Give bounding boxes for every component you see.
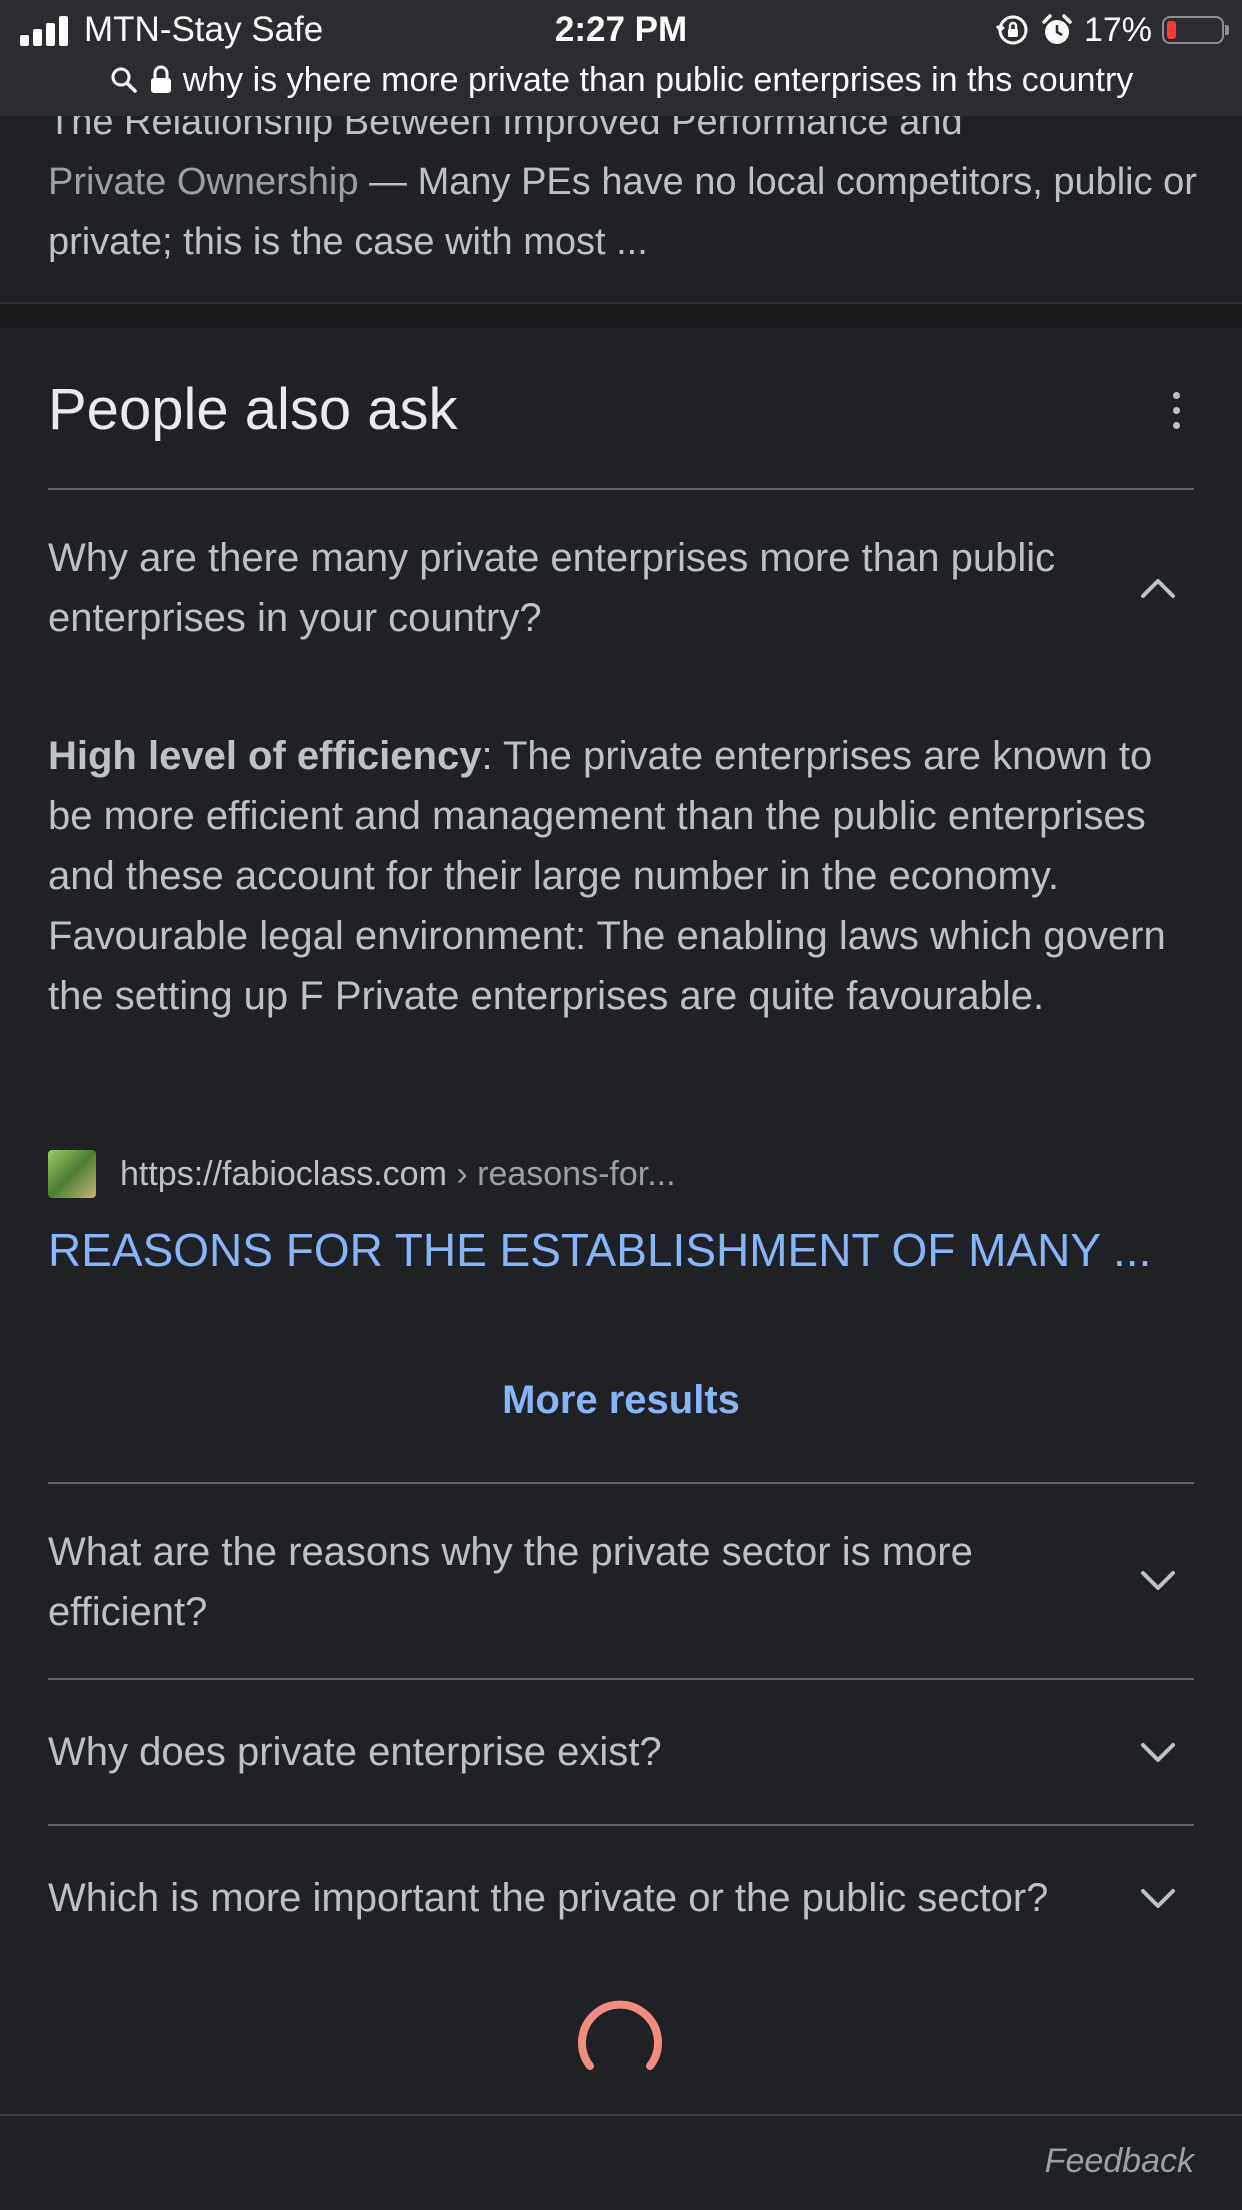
url-bar[interactable]: why is yhere more private than public en… [0,58,1242,102]
paa-question-3[interactable]: Which is more important the private or t… [48,1868,1148,1928]
source-domain: https://fabioclass.com [120,1155,447,1193]
people-also-ask-title: People also ask [48,377,458,442]
browser-top-bar: MTN-Stay Safe 2:27 PM 17% why is yhere m… [0,0,1242,116]
previous-result-date: Private Ownership [48,161,359,203]
previous-result: The Relationship Between Improved Perfor… [0,116,1242,304]
source-url[interactable]: https://fabioclass.com › reasons-for... [120,1150,676,1198]
battery-percent: 17% [1083,10,1152,49]
battery-level [1167,21,1176,39]
chevron-down-icon[interactable] [1138,1566,1178,1596]
divider [48,488,1194,490]
feedback-link[interactable]: Feedback [1045,2142,1194,2181]
url-query[interactable]: why is yhere more private than public en… [183,61,1134,100]
more-results-button[interactable]: More results [0,1378,1242,1423]
orientation-lock-icon [995,15,1028,45]
status-bar: MTN-Stay Safe 2:27 PM 17% [0,0,1242,60]
chevron-down-icon[interactable] [1138,1738,1178,1768]
previous-result-snippet: The Relationship Between Improved Perfor… [48,116,1198,272]
footer: Feedback [0,2114,1242,2210]
battery-icon [1162,16,1229,44]
previous-result-separator: — [358,161,418,203]
paa-question-expanded[interactable]: Why are there many private enterprises m… [48,528,1128,648]
lock-icon [150,65,171,93]
previous-result-title-fragment: The Relationship Between Improved Perfor… [48,116,963,143]
divider [48,1824,1194,1826]
paa-question-2[interactable]: Why does private enterprise exist? [48,1722,1128,1782]
more-vert-icon[interactable] [1166,386,1186,436]
answer-highlight: High level of efficiency [48,734,482,778]
section-separator [0,302,1242,328]
divider [48,1482,1194,1484]
source-path: › reasons-for... [446,1155,676,1193]
result-title-link[interactable]: REASONS FOR THE ESTABLISHMENT OF MANY ..… [48,1220,1151,1280]
paa-question-1[interactable]: What are the reasons why the private sec… [48,1522,1128,1642]
chevron-up-icon[interactable] [1138,572,1178,602]
site-favicon [48,1150,96,1198]
alarm-icon [1042,14,1072,44]
search-icon [111,67,137,93]
paa-answer: High level of efficiency: The private en… [48,726,1198,1026]
divider [48,1678,1194,1680]
status-icons: 17% [995,8,1229,52]
chevron-down-icon[interactable] [1138,1884,1178,1914]
loading-spinner-icon [578,2000,662,2070]
